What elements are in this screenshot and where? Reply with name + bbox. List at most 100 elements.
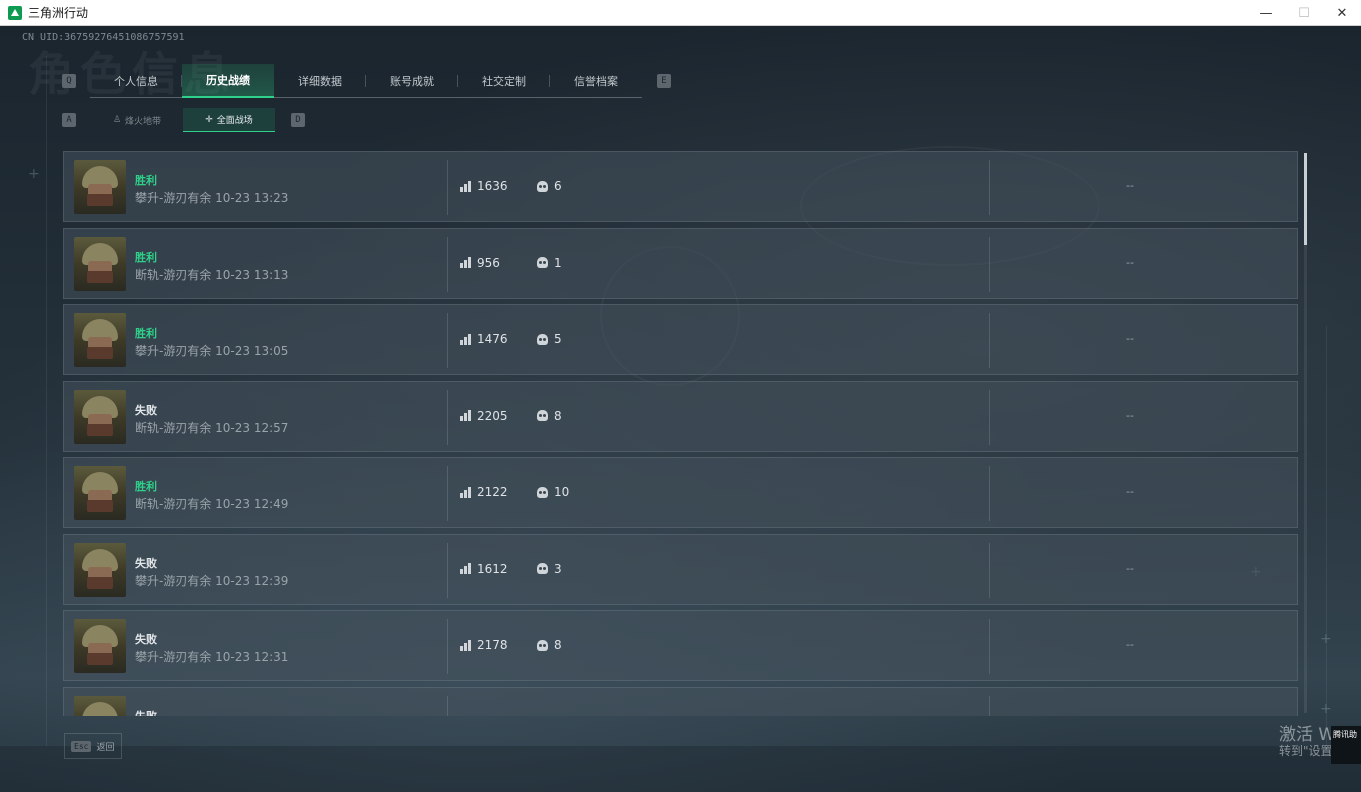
operator-avatar (74, 695, 126, 716)
assistant-badge[interactable]: 腾讯助 (1331, 726, 1361, 764)
match-score: 2178 (460, 638, 508, 652)
match-score: 2122 (460, 485, 508, 499)
column-divider (447, 236, 448, 292)
column-divider (989, 160, 990, 215)
column-divider (447, 160, 448, 215)
tab-prev-key[interactable]: Q (62, 74, 76, 88)
person-icon: ♙ (112, 115, 122, 125)
subtab-extraction-zone[interactable]: ♙ 烽火地带 (91, 108, 183, 132)
match-map-time: 断轨-游刃有余 10-23 12:57 (135, 420, 289, 435)
match-row[interactable]: 胜利 断轨-游刃有余 10-23 13:13 956 1 -- (63, 227, 1298, 299)
kills-value: 10 (554, 485, 570, 499)
bar-chart-icon (460, 639, 471, 651)
subtab-next-key[interactable]: D (291, 113, 305, 127)
hud-line (1326, 326, 1327, 746)
column-divider (447, 313, 448, 368)
match-result: 失败 (135, 556, 157, 570)
match-result: 失败 (135, 709, 157, 717)
score-value: 2122 (477, 485, 508, 499)
mask-shape (87, 500, 113, 512)
match-row[interactable]: 胜利 攀升-游刃有余 10-23 13:05 1476 5 -- (63, 304, 1298, 375)
match-kills: 10 (537, 485, 569, 499)
subtab-prev-key[interactable]: A (62, 113, 76, 127)
column-divider (447, 619, 448, 674)
maximize-button[interactable]: ☐ (1285, 0, 1323, 26)
tab-label: 历史战绩 (206, 74, 250, 87)
mask-shape (87, 423, 113, 436)
tab-achievements[interactable]: 账号成就 (366, 64, 458, 98)
mask-shape (87, 653, 113, 665)
app-logo-icon (8, 5, 22, 20)
tab-label: 信誉档案 (574, 75, 618, 88)
match-map-time: 断轨-游刃有余 10-23 12:49 (135, 497, 289, 511)
operator-avatar (74, 542, 126, 597)
match-row[interactable]: 失败 攀升-游刃有余 10-23 12:39 1612 3 -- (63, 533, 1298, 605)
match-map-time: 攀升-游刃有余 10-23 12:39 (135, 573, 289, 588)
match-row[interactable]: 失败 (63, 686, 1298, 717)
subtab-full-battlefield[interactable]: ✛ 全面战场 (183, 108, 275, 132)
match-history-list[interactable]: 胜利 攀升-游刃有余 10-23 13:23 1636 6 -- 胜利 断轨-游刃有余 10… (63, 151, 1298, 716)
column-divider (989, 313, 990, 368)
match-extra: -- (1126, 332, 1134, 345)
kills-value: 3 (554, 561, 562, 576)
column-divider (989, 466, 990, 521)
mask-shape (87, 347, 113, 359)
skull-icon (537, 486, 548, 498)
match-row[interactable]: 胜利 攀升-游刃有余 10-23 13:23 1636 6 -- (63, 151, 1298, 222)
window-controls: — ☐ ✕ (1247, 0, 1361, 26)
match-map-time: 攀升-游刃有余 10-23 13:23 (135, 191, 289, 205)
tab-detailed-data[interactable]: 详细数据 (274, 64, 366, 98)
close-button[interactable]: ✕ (1323, 0, 1361, 26)
crosshair-icon: ✛ (205, 114, 213, 125)
column-divider (447, 542, 448, 598)
score-value: 1636 (477, 179, 508, 193)
match-map-time: 攀升-游刃有余 10-23 12:31 (135, 650, 289, 664)
window-title: 三角洲行动 (28, 6, 89, 20)
tab-reputation[interactable]: 信誉档案 (550, 64, 642, 98)
helmet-shape (82, 701, 118, 716)
skull-icon (537, 563, 548, 574)
tab-social-custom[interactable]: 社交定制 (458, 64, 550, 98)
match-kills: 3 (537, 562, 562, 576)
game-viewport: 角色信息 + + + + CN UID:36759276451086757591… (0, 26, 1361, 792)
kills-value: 1 (554, 255, 562, 270)
skull-icon (537, 639, 548, 651)
match-result: 失败 (135, 633, 157, 646)
column-divider (989, 619, 990, 674)
score-value: 2205 (477, 408, 508, 423)
operator-avatar (74, 160, 126, 214)
score-value: 956 (477, 255, 500, 270)
footer-bar (0, 746, 1361, 792)
back-button[interactable]: Esc 返回 (64, 733, 122, 759)
mask-shape (87, 194, 113, 206)
match-kills: 6 (537, 179, 562, 193)
match-extra: -- (1126, 408, 1134, 422)
match-extra: -- (1126, 179, 1134, 192)
bar-chart-icon (460, 486, 471, 498)
operator-avatar (74, 466, 126, 520)
bar-chart-icon (460, 180, 471, 192)
minimize-button[interactable]: — (1247, 0, 1285, 26)
hud-plus-icon: + (1320, 701, 1332, 717)
player-uid: CN UID:36759276451086757591 (22, 32, 185, 43)
match-row[interactable]: 失败 攀升-游刃有余 10-23 12:31 2178 8 -- (63, 610, 1298, 681)
tab-next-key[interactable]: E (657, 74, 671, 88)
match-map-time: 攀升-游刃有余 10-23 13:05 (135, 344, 289, 358)
column-divider (447, 389, 448, 445)
tab-match-history[interactable]: 历史战绩 (182, 64, 274, 98)
column-divider (447, 466, 448, 521)
match-row[interactable]: 失败 断轨-游刃有余 10-23 12:57 2205 8 -- (63, 380, 1298, 452)
hud-plus-icon: + (28, 166, 40, 182)
bar-chart-icon (460, 410, 471, 421)
esc-key-hint: Esc (71, 740, 92, 752)
match-score: 2205 (460, 409, 508, 423)
list-scrollbar[interactable] (1304, 153, 1307, 713)
match-result: 胜利 (135, 250, 157, 264)
tab-personal-info[interactable]: 个人信息 (90, 64, 182, 98)
main-tabs: 个人信息 历史战绩 详细数据 账号成就 社交定制 信誉档案 (90, 64, 642, 98)
match-row[interactable]: 胜利 断轨-游刃有余 10-23 12:49 2122 10 -- (63, 457, 1298, 528)
match-score: 956 (460, 256, 500, 270)
match-extra: -- (1126, 561, 1134, 575)
operator-avatar (74, 619, 126, 673)
scrollbar-thumb[interactable] (1304, 153, 1307, 245)
